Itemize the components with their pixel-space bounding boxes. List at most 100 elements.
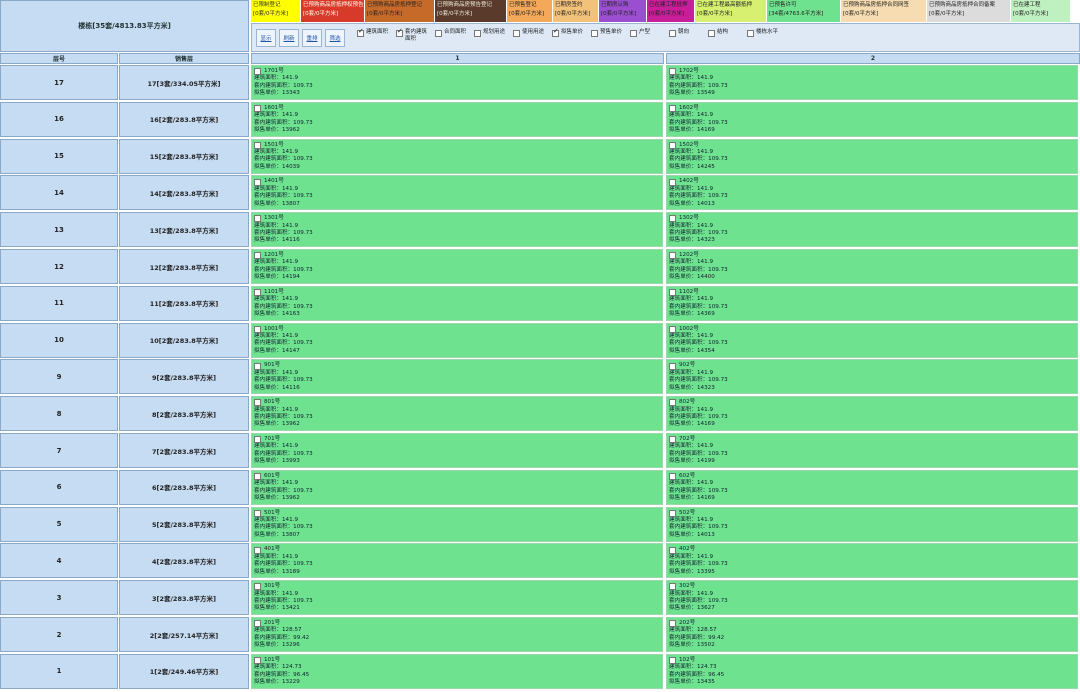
unit-checkbox[interactable] <box>669 657 676 664</box>
unit-cell[interactable]: 1101号 建筑面积：141.9 套内建筑面积：109.73 拟售单价：14163 <box>251 285 663 321</box>
unit-cell[interactable]: 1602号 建筑面积：141.9 套内建筑面积：109.73 拟售单价：14169 <box>666 101 1078 137</box>
option-checkbox[interactable] <box>591 29 598 37</box>
unit-cell[interactable]: 1502号 建筑面积：141.9 套内建筑面积：109.73 拟售单价：14245 <box>666 138 1078 174</box>
unit-cell[interactable]: 401号 建筑面积：141.9 套内建筑面积：109.73 拟售单价：13189 <box>251 543 663 579</box>
unit-checkbox[interactable] <box>669 252 676 260</box>
unit-checkbox[interactable] <box>669 362 676 370</box>
unit-cell[interactable]: 501号 建筑面积：141.9 套内建筑面积：109.73 拟售单价：13807 <box>251 506 663 542</box>
unit-checkbox[interactable] <box>669 68 676 76</box>
unit-cell[interactable]: 1401号 建筑面积：141.9 套内建筑面积：109.73 拟售单价：13807 <box>251 175 663 211</box>
unit-area-value: 141.9 <box>696 480 713 487</box>
unit-checkbox[interactable] <box>254 436 261 444</box>
unit-checkbox[interactable] <box>254 399 261 407</box>
option-checkbox[interactable] <box>630 29 637 37</box>
unit-cell[interactable]: 601号 建筑面积：141.9 套内建筑面积：109.73 拟售单价：13962 <box>251 469 663 505</box>
unit-cell[interactable]: 301号 建筑面积：141.9 套内建筑面积：109.73 拟售单价：13421 <box>251 580 663 616</box>
unit-cell[interactable]: 1201号 建筑面积：141.9 套内建筑面积：109.73 拟售单价：14194 <box>251 249 663 284</box>
unit-checkbox[interactable] <box>669 620 676 628</box>
unit-cell[interactable]: 201号 建筑面积：128.57 套内建筑面积：99.42 拟售单价：13296 <box>251 617 663 652</box>
unit-cell[interactable]: 302号 建筑面积：141.9 套内建筑面积：109.73 拟售单价：13627 <box>666 580 1078 616</box>
display-option[interactable]: 拟售单价 <box>552 26 588 50</box>
unit-cell[interactable]: 1001号 建筑面积：141.9 套内建筑面积：109.73 拟售单价：14147 <box>251 322 663 358</box>
option-checkbox[interactable] <box>357 28 364 37</box>
unit-cell[interactable]: 102号 建筑面积：124.73 套内建筑面积：96.45 拟售单价：13435 <box>666 653 1078 689</box>
unit-checkbox[interactable] <box>669 289 676 296</box>
unit-checkbox[interactable] <box>669 141 676 149</box>
option-checkbox[interactable] <box>513 29 520 37</box>
option-checkbox[interactable] <box>552 28 559 37</box>
display-option[interactable]: 建筑面积 <box>357 26 393 50</box>
toolbar-button[interactable]: 筛选 <box>325 28 345 47</box>
unit-cell[interactable]: 101号 建筑面积：124.73 套内建筑面积：96.45 拟售单价：13229 <box>251 653 663 689</box>
unit-checkbox[interactable] <box>254 68 261 76</box>
option-checkbox[interactable] <box>708 29 715 37</box>
unit-checkbox[interactable] <box>254 657 261 664</box>
unit-inner-area-label: 套内建筑面积： <box>254 82 294 89</box>
unit-checkbox[interactable] <box>254 583 261 591</box>
unit-cell[interactable]: 901号 建筑面积：141.9 套内建筑面积：109.73 拟售单价：14116 <box>251 359 663 395</box>
unit-checkbox[interactable] <box>669 509 676 517</box>
unit-cell[interactable]: 701号 建筑面积：141.9 套内建筑面积：109.73 拟售单价：13993 <box>251 433 663 468</box>
unit-checkbox[interactable] <box>254 509 261 517</box>
unit-checkbox[interactable] <box>669 399 676 407</box>
unit-cell[interactable]: 1202号 建筑面积：141.9 套内建筑面积：109.73 拟售单价：14400 <box>666 249 1078 284</box>
unit-cell[interactable]: 1102号 建筑面积：141.9 套内建筑面积：109.73 拟售单价：14369 <box>666 285 1078 321</box>
display-option[interactable]: 使用用途 <box>513 26 549 50</box>
unit-checkbox[interactable] <box>669 105 676 112</box>
unit-checkbox[interactable] <box>669 473 676 480</box>
unit-cell[interactable]: 802号 建筑面积：141.9 套内建筑面积：109.73 拟售单价：14169 <box>666 396 1078 432</box>
unit-checkbox[interactable] <box>254 215 261 223</box>
unit-cell[interactable]: 1002号 建筑面积：141.9 套内建筑面积：109.73 拟售单价：14354 <box>666 322 1078 358</box>
toolbar-button[interactable]: 显示 <box>256 28 276 47</box>
unit-checkbox[interactable] <box>254 141 261 149</box>
display-option[interactable]: 预售单价 <box>591 26 627 50</box>
sold-floor-summary: 6[2套/283.8平方米] <box>119 469 249 505</box>
display-option[interactable]: 楼栋水平 <box>747 26 783 50</box>
option-checkbox[interactable] <box>747 29 754 37</box>
unit-cell[interactable]: 1701号 建筑面积：141.9 套内建筑面积：109.73 拟售单价：13343 <box>251 65 663 100</box>
unit-inner-area-label: 套内建筑面积： <box>254 340 294 347</box>
toolbar-button[interactable]: 重排 <box>302 28 322 47</box>
unit-checkbox[interactable] <box>254 252 261 260</box>
unit-cell[interactable]: 602号 建筑面积：141.9 套内建筑面积：109.73 拟售单价：14169 <box>666 469 1078 505</box>
option-checkbox[interactable] <box>396 28 403 37</box>
unit-cell[interactable]: 1501号 建筑面积：141.9 套内建筑面积：109.73 拟售单价：14039 <box>251 138 663 174</box>
unit-checkbox[interactable] <box>254 546 261 554</box>
unit-checkbox[interactable] <box>669 546 676 554</box>
display-option[interactable]: 朝向 <box>669 26 705 50</box>
unit-cell[interactable]: 1402号 建筑面积：141.9 套内建筑面积：109.73 拟售单价：14013 <box>666 175 1078 211</box>
unit-checkbox[interactable] <box>254 620 261 628</box>
unit-checkbox[interactable] <box>669 436 676 444</box>
display-option[interactable]: 合同面积 <box>435 26 471 50</box>
option-checkbox[interactable] <box>435 29 442 37</box>
unit-checkbox[interactable] <box>254 325 261 333</box>
unit-cell[interactable]: 502号 建筑面积：141.9 套内建筑面积：109.73 拟售单价：14013 <box>666 506 1078 542</box>
option-checkbox[interactable] <box>474 29 481 37</box>
unit-checkbox[interactable] <box>669 215 676 223</box>
option-checkbox[interactable] <box>669 29 676 37</box>
toolbar-button[interactable]: 刷新 <box>279 28 299 47</box>
display-option[interactable]: 户型 <box>630 26 666 50</box>
unit-checkbox[interactable] <box>254 289 261 296</box>
unit-cell[interactable]: 1302号 建筑面积：141.9 套内建筑面积：109.73 拟售单价：14323 <box>666 212 1078 248</box>
unit-cell[interactable]: 702号 建筑面积：141.9 套内建筑面积：109.73 拟售单价：14199 <box>666 433 1078 468</box>
display-option[interactable]: 结构 <box>708 26 744 50</box>
unit-cell[interactable]: 402号 建筑面积：141.9 套内建筑面积：109.73 拟售单价：13395 <box>666 543 1078 579</box>
unit-checkbox[interactable] <box>669 325 676 333</box>
unit-checkbox[interactable] <box>669 178 676 186</box>
unit-checkbox[interactable] <box>254 473 261 480</box>
display-option[interactable]: 规划用途 <box>474 26 510 50</box>
unit-cell[interactable]: 1301号 建筑面积：141.9 套内建筑面积：109.73 拟售单价：14116 <box>251 212 663 248</box>
unit-cell[interactable]: 1702号 建筑面积：141.9 套内建筑面积：109.73 拟售单价：13549 <box>666 65 1078 100</box>
unit-cell[interactable]: 801号 建筑面积：141.9 套内建筑面积：109.73 拟售单价：13962 <box>251 396 663 432</box>
unit-checkbox[interactable] <box>254 178 261 186</box>
unit-checkbox[interactable] <box>669 583 676 591</box>
unit-cell[interactable]: 902号 建筑面积：141.9 套内建筑面积：109.73 拟售单价：14323 <box>666 359 1078 395</box>
unit-cell[interactable]: 1601号 建筑面积：141.9 套内建筑面积：109.73 拟售单价：13962 <box>251 101 663 137</box>
unit-cell[interactable]: 202号 建筑面积：128.57 套内建筑面积：99.42 拟售单价：13502 <box>666 617 1078 652</box>
unit-checkbox[interactable] <box>254 105 261 112</box>
unit-area-label: 建筑面积： <box>669 185 697 192</box>
unit-area-line: 建筑面积：141.9 <box>254 149 660 156</box>
display-option[interactable]: 套内建筑面积 <box>396 26 432 50</box>
unit-checkbox[interactable] <box>254 362 261 370</box>
